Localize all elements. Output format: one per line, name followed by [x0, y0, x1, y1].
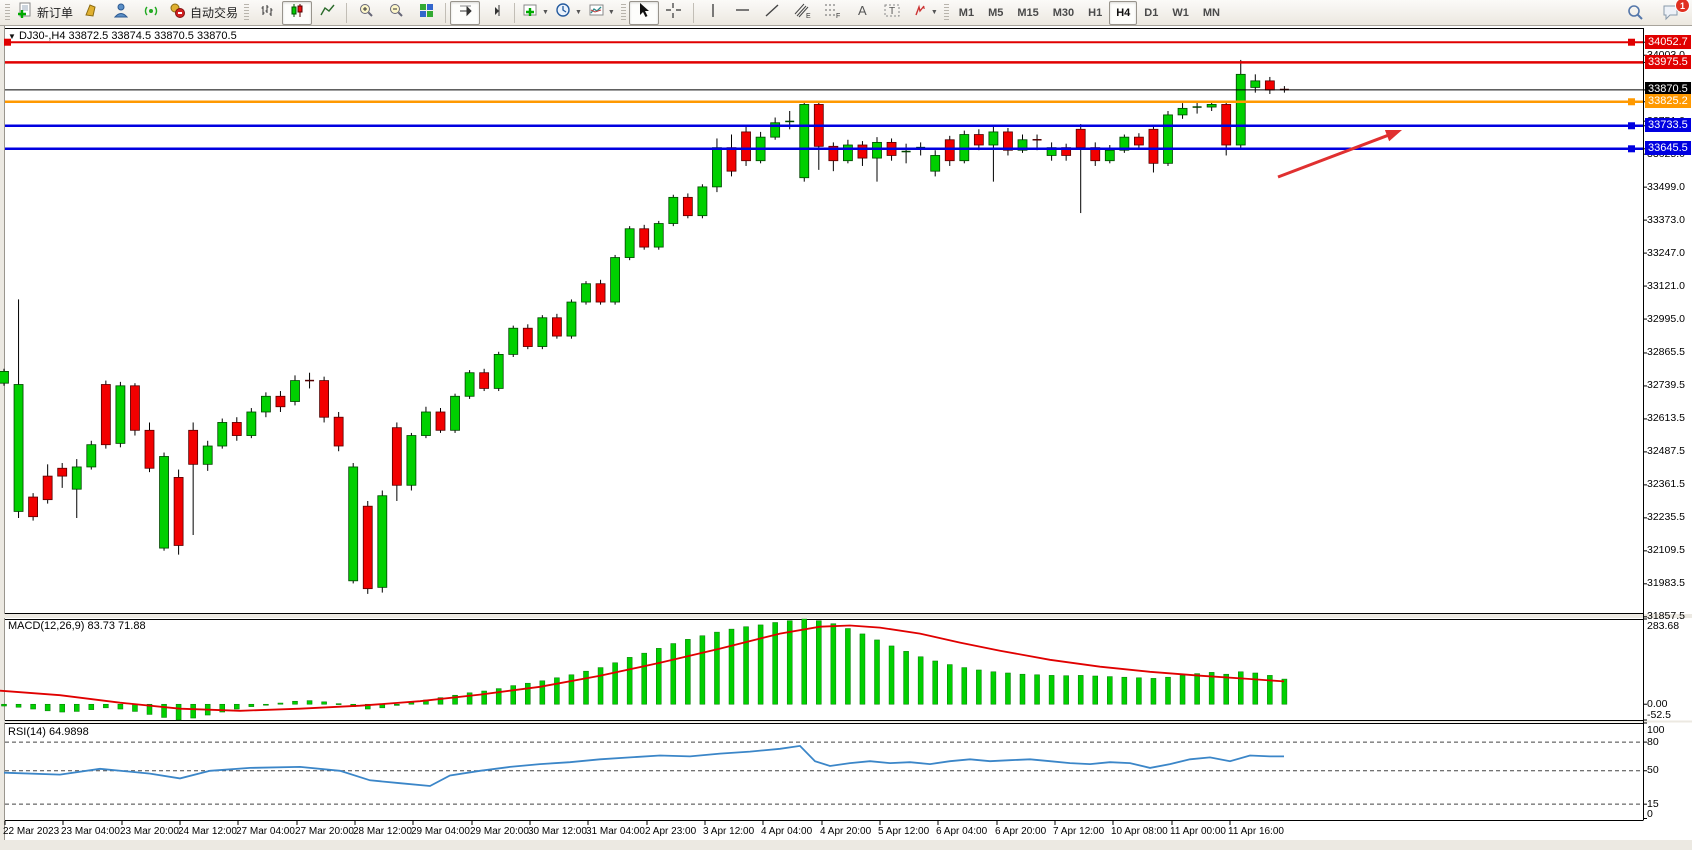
chart-canvas [0, 0, 1692, 850]
chevron-down-icon: ▼ [608, 9, 615, 16]
svg-text:E: E [806, 13, 811, 19]
signals-icon [143, 2, 160, 24]
toolbar-separator [514, 3, 515, 23]
bar-chart-button[interactable] [252, 1, 282, 25]
toolbar-separator [693, 3, 694, 23]
text-icon: A [855, 2, 870, 24]
indicators-button[interactable]: ▼ [519, 1, 552, 25]
line-chart-icon [319, 2, 336, 24]
line-chart-button[interactable] [312, 1, 342, 25]
chart-title: DJ30-,H4 33872.5 33874.5 33870.5 33870.5 [19, 30, 237, 42]
vertical-line-button[interactable] [698, 1, 728, 25]
autoscroll-icon [457, 2, 474, 24]
equidistant-channel-button[interactable]: E [788, 1, 818, 25]
zoom-in-button[interactable] [351, 1, 381, 25]
chevron-down-icon: ▼ [542, 9, 549, 16]
templates-icon [588, 2, 605, 24]
arrows-icon [911, 2, 928, 24]
toolbar-grip[interactable] [621, 4, 626, 22]
timeframe-button-mn[interactable]: MN [1196, 1, 1227, 25]
svg-text:A: A [858, 3, 867, 18]
chart-shift-icon [487, 2, 504, 24]
timeframe-button-m15[interactable]: M15 [1010, 1, 1045, 25]
tile-windows-icon [418, 2, 435, 24]
chart-quick-menu-icon[interactable]: ▼ [8, 32, 16, 41]
trendline-button[interactable] [758, 1, 788, 25]
indicators-icon [522, 2, 539, 24]
candlestick-button[interactable] [282, 1, 312, 25]
timeframe-button-m30[interactable]: M30 [1046, 1, 1081, 25]
autotrade-label: 自动交易 [188, 4, 238, 21]
zoom-out-icon [388, 2, 405, 24]
tile-windows-button[interactable] [411, 1, 441, 25]
market-watch-button[interactable] [106, 1, 136, 25]
mt4-window: { "toolbar": { "new_order_label": "新订单",… [0, 0, 1692, 850]
periods-icon [555, 2, 572, 24]
svg-text:F: F [836, 13, 840, 19]
templates-button[interactable]: ▼ [585, 1, 618, 25]
styler-button[interactable] [76, 1, 106, 25]
timeframe-button-w1[interactable]: W1 [1165, 1, 1196, 25]
toolbar-grip[interactable] [5, 4, 10, 22]
macd-indicator-label: MACD(12,26,9) 83.73 71.88 [8, 620, 146, 632]
text-label-button[interactable]: T [878, 1, 908, 25]
market-watch-icon [113, 2, 130, 24]
line-handle[interactable] [1628, 98, 1635, 105]
equidistant-channel-icon: E [793, 2, 812, 24]
periods-button[interactable]: ▼ [552, 1, 585, 25]
bar-chart-icon [259, 2, 276, 24]
candlestick-icon [289, 2, 306, 24]
new-order-icon [16, 2, 33, 24]
autotrade-icon [169, 2, 186, 24]
line-handle[interactable] [1628, 145, 1635, 152]
crosshair-icon [665, 2, 682, 24]
timeframe-button-d1[interactable]: D1 [1137, 1, 1165, 25]
rsi-indicator-label: RSI(14) 64.9898 [8, 726, 89, 738]
toolbar-separator [445, 3, 446, 23]
vertical-line-icon [706, 2, 720, 24]
notifications-button[interactable]: 1 [1656, 2, 1686, 26]
toolbar-grip[interactable] [244, 4, 249, 22]
chart-title-row: ▼ DJ30-,H4 33872.5 33874.5 33870.5 33870… [8, 30, 237, 42]
search-icon [1626, 3, 1644, 26]
horizontal-line-button[interactable] [728, 1, 758, 25]
new-order-label: 新订单 [35, 4, 73, 21]
chart-shift-button[interactable] [480, 1, 510, 25]
text-label-icon: T [883, 2, 902, 24]
zoom-out-button[interactable] [381, 1, 411, 25]
chevron-down-icon: ▼ [931, 9, 938, 16]
arrows-button[interactable]: ▼ [908, 1, 941, 25]
autotrade-button[interactable]: 自动交易 [166, 1, 241, 25]
search-button[interactable] [1620, 2, 1650, 26]
toolbar-grip[interactable] [944, 4, 949, 22]
fibonacci-button[interactable]: F [818, 1, 848, 25]
autoscroll-button[interactable] [450, 1, 480, 25]
timeframe-button-h1[interactable]: H1 [1081, 1, 1109, 25]
timeframe-button-m5[interactable]: M5 [981, 1, 1010, 25]
cursor-icon [635, 2, 652, 24]
timeframe-button-m1[interactable]: M1 [952, 1, 981, 25]
signals-button[interactable] [136, 1, 166, 25]
toolbar: 新订单 自动交易 ▼ ▼ [0, 0, 1692, 26]
trendline-icon [764, 2, 781, 24]
zoom-in-icon [358, 2, 375, 24]
line-handle[interactable] [1628, 39, 1635, 46]
svg-text:T: T [889, 6, 895, 17]
new-order-button[interactable]: 新订单 [13, 1, 76, 25]
chevron-down-icon: ▼ [575, 9, 582, 16]
cursor-button[interactable] [629, 1, 659, 25]
timeframe-group: M1M5M15M30H1H4D1W1MN [952, 1, 1227, 25]
text-button[interactable]: A [848, 1, 878, 25]
timeframe-button-h4[interactable]: H4 [1109, 1, 1137, 25]
toolbar-right-group: 1 [1620, 2, 1686, 26]
styler-icon [83, 2, 100, 24]
crosshair-button[interactable] [659, 1, 689, 25]
toolbar-separator [346, 3, 347, 23]
horizontal-line-icon [734, 2, 751, 24]
line-handle[interactable] [1628, 122, 1635, 129]
notification-badge: 1 [1675, 0, 1690, 13]
fibonacci-icon: F [823, 2, 842, 24]
